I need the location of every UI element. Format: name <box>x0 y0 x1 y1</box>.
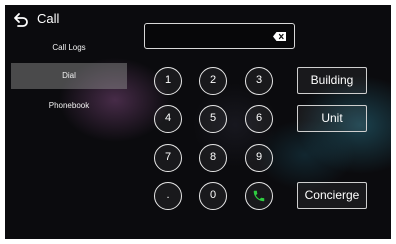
back-arrow-icon[interactable] <box>13 12 29 28</box>
concierge-button[interactable]: Concierge <box>297 182 367 209</box>
dial-key-dot[interactable]: . <box>154 182 182 210</box>
sidebar-item-dial[interactable]: Dial <box>11 63 127 89</box>
dial-key-2[interactable]: 2 <box>199 67 227 95</box>
page-title: Call <box>37 11 60 26</box>
building-button[interactable]: Building <box>297 67 367 94</box>
dial-key-7[interactable]: 7 <box>154 144 182 172</box>
call-button[interactable] <box>245 182 273 210</box>
backspace-icon[interactable] <box>273 32 286 41</box>
dial-key-6[interactable]: 6 <box>245 105 273 133</box>
dial-key-5[interactable]: 5 <box>199 105 227 133</box>
dial-key-0[interactable]: 0 <box>199 182 227 210</box>
sidebar-item-phonebook[interactable]: Phonebook <box>11 93 127 119</box>
phone-icon <box>253 190 265 202</box>
dial-key-4[interactable]: 4 <box>154 105 182 133</box>
dial-key-9[interactable]: 9 <box>245 144 273 172</box>
unit-button[interactable]: Unit <box>297 105 367 132</box>
dial-key-1[interactable]: 1 <box>154 67 182 95</box>
sidebar-item-call-logs[interactable]: Call Logs <box>11 35 127 61</box>
call-screen: Call Call Logs Dial Phonebook 1 2 3 4 5 … <box>5 5 391 239</box>
dial-key-3[interactable]: 3 <box>245 67 273 95</box>
dial-key-8[interactable]: 8 <box>199 144 227 172</box>
